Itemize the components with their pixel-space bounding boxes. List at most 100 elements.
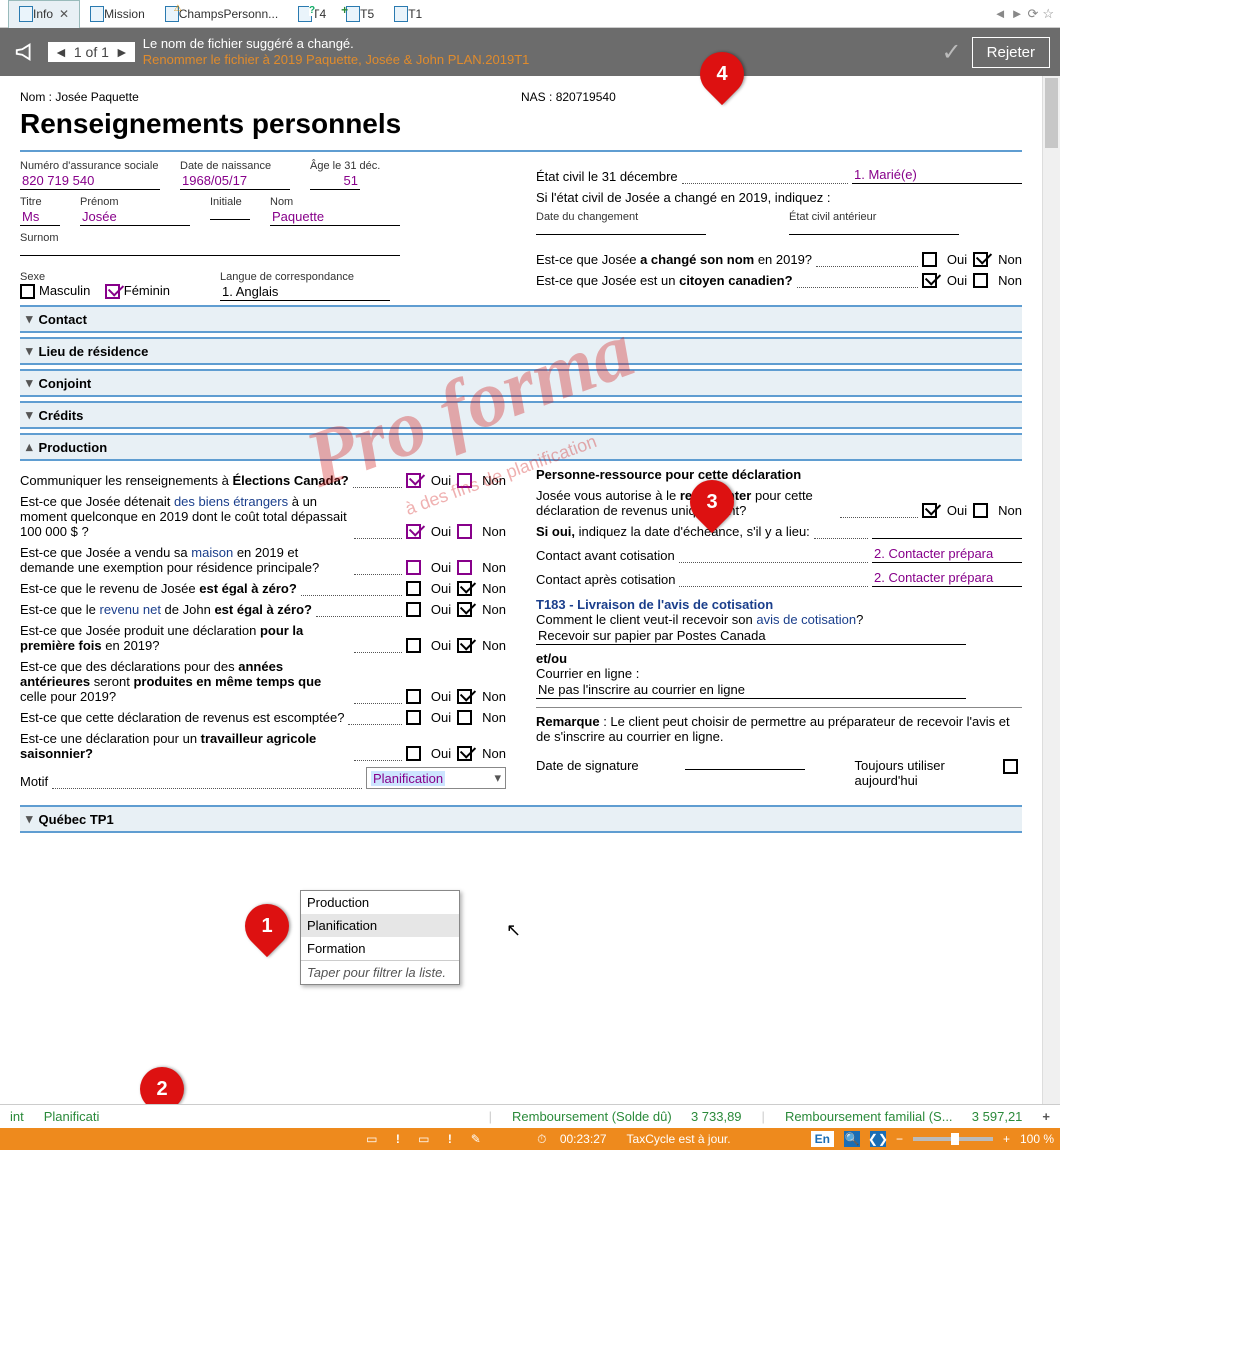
tab-mission[interactable]: Mission (80, 0, 155, 28)
foreign-property-link[interactable]: des biens étrangers (174, 494, 288, 509)
lang-field[interactable]: 1. Anglais (220, 283, 390, 301)
zoom-handle[interactable] (951, 1133, 959, 1145)
citizen-non-checkbox[interactable] (973, 273, 988, 288)
prev-icon[interactable]: ◄ (54, 44, 68, 60)
firstname-field[interactable]: Josée (80, 208, 190, 226)
alert-icon[interactable]: ! (390, 1131, 406, 1147)
accept-icon[interactable]: ✓ (942, 38, 962, 67)
notification-pager[interactable]: ◄ 1 of 1 ► (48, 42, 135, 62)
add-segment-icon[interactable]: + (1042, 1109, 1050, 1124)
first-non[interactable] (457, 638, 472, 653)
before-field[interactable]: 2. Contacter prépara (872, 545, 1022, 563)
close-icon[interactable]: ✕ (59, 7, 69, 21)
name-change-oui-checkbox[interactable] (922, 252, 937, 267)
lastname-field[interactable]: Paquette (270, 208, 400, 226)
title-field[interactable]: Ms (20, 208, 60, 226)
next-icon[interactable]: ► (115, 44, 129, 60)
tab-t1[interactable]: T1 (384, 0, 432, 28)
statusbar-seg-plan[interactable]: Planificati (44, 1109, 100, 1124)
netzero-oui[interactable] (406, 602, 421, 617)
expiry-field[interactable] (872, 536, 1022, 539)
tab-champs[interactable]: ChampsPersonn... (155, 0, 288, 28)
scrollbar-thumb[interactable] (1045, 78, 1058, 148)
refresh-icon[interactable]: ⟳ (1027, 6, 1038, 22)
zoom-slider[interactable] (913, 1137, 993, 1141)
first-oui[interactable] (406, 638, 421, 653)
nas-label: NAS : (521, 90, 556, 104)
doc-icon[interactable]: ▭ (364, 1131, 380, 1147)
netzero-non[interactable] (457, 602, 472, 617)
tab-info[interactable]: Info ✕ (8, 0, 80, 28)
foreign-non[interactable] (457, 524, 472, 539)
age-field[interactable]: 51 (310, 172, 360, 190)
foreign-oui[interactable] (406, 524, 421, 539)
family-refund-segment[interactable]: Remboursement familial (S... 3 597,21 (785, 1109, 1022, 1124)
refund-segment[interactable]: Remboursement (Solde dû) 3 733,89 (512, 1109, 742, 1124)
agri-oui[interactable] (406, 746, 421, 761)
reject-button[interactable]: Rejeter (972, 37, 1050, 68)
zero-non[interactable] (457, 581, 472, 596)
initial-field[interactable] (210, 217, 250, 220)
delivery-field[interactable]: Recevoir sur papier par Postes Canada (536, 627, 966, 645)
always-today-checkbox[interactable] (1003, 759, 1018, 774)
sign-date-field[interactable] (685, 767, 805, 770)
discount-non[interactable] (457, 710, 472, 725)
doc-icon[interactable]: ▭ (416, 1131, 432, 1147)
motif-option-production[interactable]: Production (301, 891, 459, 914)
netincome-link[interactable]: revenu net (100, 602, 161, 617)
tab-t5[interactable]: T5 (336, 0, 384, 28)
section-quebec[interactable]: ▾Québec TP1 (20, 805, 1022, 833)
section-production[interactable]: ▴Production (20, 433, 1022, 461)
back-icon[interactable]: ◄ (994, 6, 1007, 22)
section-residence[interactable]: ▾Lieu de résidence (20, 337, 1022, 365)
zoom-out-icon[interactable]: − (896, 1132, 903, 1146)
sex-male-checkbox[interactable] (20, 284, 35, 299)
sin-field[interactable]: 820 719 540 (20, 172, 160, 190)
statusbar-seg-left[interactable]: int (10, 1109, 24, 1124)
motif-option-planification[interactable]: Planification (301, 914, 459, 937)
motif-dropdown[interactable]: Planification▾ (366, 767, 506, 789)
discount-oui[interactable] (406, 710, 421, 725)
tab-t4[interactable]: T4 (288, 0, 336, 28)
zero-oui[interactable] (406, 581, 421, 596)
section-conjoint[interactable]: ▾Conjoint (20, 369, 1022, 397)
elections-oui[interactable] (406, 473, 421, 488)
marital-status-field[interactable]: 1. Marié(e) (852, 166, 1022, 184)
forward-icon[interactable]: ► (1011, 6, 1024, 22)
house-oui[interactable] (406, 560, 421, 575)
section-contact[interactable]: ▾Contact (20, 305, 1022, 333)
avis-link[interactable]: avis de cotisation (756, 612, 856, 627)
lang-toggle[interactable]: En (811, 1131, 834, 1147)
prev-status-field[interactable] (789, 232, 959, 235)
date-change-field[interactable] (536, 232, 706, 235)
auth-oui[interactable] (922, 503, 937, 518)
elections-non[interactable] (457, 473, 472, 488)
after-field[interactable]: 2. Contacter prépara (872, 569, 1022, 587)
vertical-scrollbar[interactable] (1042, 76, 1060, 1104)
sex-female-checkbox[interactable] (105, 284, 120, 299)
q-elections: Communiquer les renseignements à Électio… (20, 473, 349, 488)
t183-heading[interactable]: T183 - Livraison de l'avis de cotisation (536, 597, 1022, 612)
name-change-non-checkbox[interactable] (973, 252, 988, 267)
prior-non[interactable] (457, 689, 472, 704)
house-link[interactable]: maison (191, 545, 233, 560)
oui-label: Oui (431, 710, 451, 725)
section-credits[interactable]: ▾Crédits (20, 401, 1022, 429)
agri-non[interactable] (457, 746, 472, 761)
citizen-oui-checkbox[interactable] (922, 273, 937, 288)
auth-non[interactable] (973, 503, 988, 518)
dob-field[interactable]: 1968/05/17 (180, 172, 290, 190)
timer-icon[interactable]: ⏱ (534, 1131, 550, 1147)
prior-oui[interactable] (406, 689, 421, 704)
mail-field[interactable]: Ne pas l'inscrire au courrier en ligne (536, 681, 966, 699)
alert-icon[interactable]: ! (442, 1131, 458, 1147)
motif-option-formation[interactable]: Formation (301, 937, 459, 960)
search-icon[interactable]: 🔍 (844, 1131, 860, 1147)
zoom-in-icon[interactable]: + (1003, 1132, 1010, 1146)
star-icon[interactable]: ☆ (1042, 6, 1054, 22)
pencil-icon[interactable]: ✎ (468, 1131, 484, 1147)
house-non[interactable] (457, 560, 472, 575)
code-icon[interactable]: ❮❯ (870, 1131, 886, 1147)
status-bar-results: int Planificati | Remboursement (Solde d… (0, 1104, 1060, 1128)
surname-field[interactable] (20, 253, 400, 256)
